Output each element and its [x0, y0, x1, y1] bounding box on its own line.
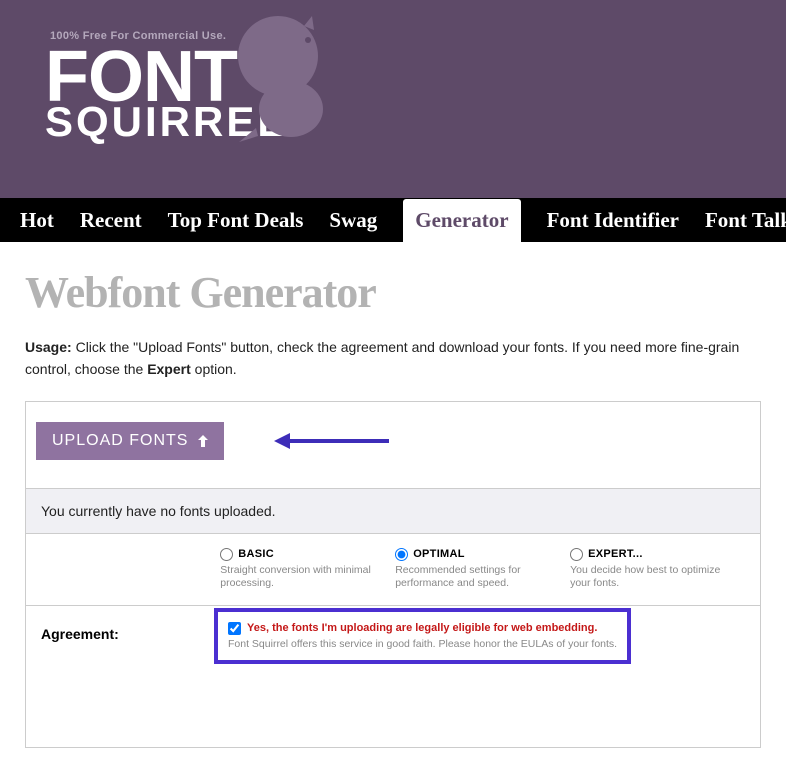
- status-prefix: You currently have: [41, 503, 160, 519]
- content-area: Webfont Generator Usage: Click the "Uplo…: [0, 242, 786, 773]
- option-basic-title: BASIC: [238, 548, 274, 560]
- agreement-highlight-box: Yes, the fonts I'm uploading are legally…: [214, 608, 631, 664]
- option-expert-desc: You decide how best to optimize your fon…: [570, 564, 730, 591]
- option-optimal-desc: Recommended settings for performance and…: [395, 564, 555, 591]
- usage-body1: Click the "Upload Fonts" button, check t…: [25, 339, 739, 377]
- radio-expert[interactable]: [570, 548, 583, 561]
- status-count: no fonts uploaded.: [160, 503, 275, 519]
- nav-swag[interactable]: Swag: [329, 208, 377, 233]
- nav-recent[interactable]: Recent: [80, 208, 142, 233]
- agreement-subtext: Font Squirrel offers this service in goo…: [228, 638, 617, 650]
- agreement-checkbox[interactable]: [228, 622, 241, 635]
- pointer-arrow-icon: [274, 433, 389, 449]
- usage-text: Usage: Click the "Upload Fonts" button, …: [25, 336, 761, 381]
- generator-panel: UPLOAD FONTS You currently have no fonts…: [25, 401, 761, 748]
- option-expert-title: EXPERT...: [588, 548, 643, 560]
- squirrel-icon: [236, 14, 331, 144]
- nav-font-identifier[interactable]: Font Identifier: [547, 208, 679, 233]
- upload-row: UPLOAD FONTS: [26, 402, 760, 488]
- agreement-row: Agreement: Yes, the fonts I'm uploading …: [26, 606, 760, 689]
- option-basic-desc: Straight conversion with minimal process…: [220, 564, 380, 591]
- nav-hot[interactable]: Hot: [20, 208, 54, 233]
- option-optimal-title: OPTIMAL: [413, 548, 465, 560]
- option-optimal: OPTIMAL Recommended settings for perform…: [395, 548, 570, 591]
- agreement-label: Agreement:: [41, 626, 226, 664]
- radio-basic[interactable]: [220, 548, 233, 561]
- upload-arrow-icon: [198, 435, 208, 447]
- nav-font-talk[interactable]: Font Talk: [705, 208, 786, 233]
- logo[interactable]: FONT SQUIRREL: [45, 44, 741, 144]
- option-basic: BASIC Straight conversion with minimal p…: [220, 548, 395, 591]
- usage-expert: Expert: [147, 361, 191, 377]
- usage-body2: option.: [191, 361, 237, 377]
- radio-optimal[interactable]: [395, 548, 408, 561]
- hero-banner: 100% Free For Commercial Use. FONT SQUIR…: [0, 0, 786, 198]
- main-nav: Hot Recent Top Font Deals Swag Generator…: [0, 198, 786, 242]
- upload-button-label: UPLOAD FONTS: [52, 432, 188, 450]
- nav-top-font-deals[interactable]: Top Font Deals: [168, 208, 304, 233]
- agreement-text: Yes, the fonts I'm uploading are legally…: [247, 622, 597, 634]
- usage-prefix: Usage:: [25, 339, 72, 355]
- upload-fonts-button[interactable]: UPLOAD FONTS: [36, 422, 224, 460]
- option-expert: EXPERT... You decide how best to optimiz…: [570, 548, 745, 591]
- nav-generator[interactable]: Generator: [403, 199, 520, 242]
- upload-status: You currently have no fonts uploaded.: [26, 488, 760, 534]
- mode-options-row: BASIC Straight conversion with minimal p…: [26, 534, 760, 606]
- page-title: Webfont Generator: [25, 267, 761, 318]
